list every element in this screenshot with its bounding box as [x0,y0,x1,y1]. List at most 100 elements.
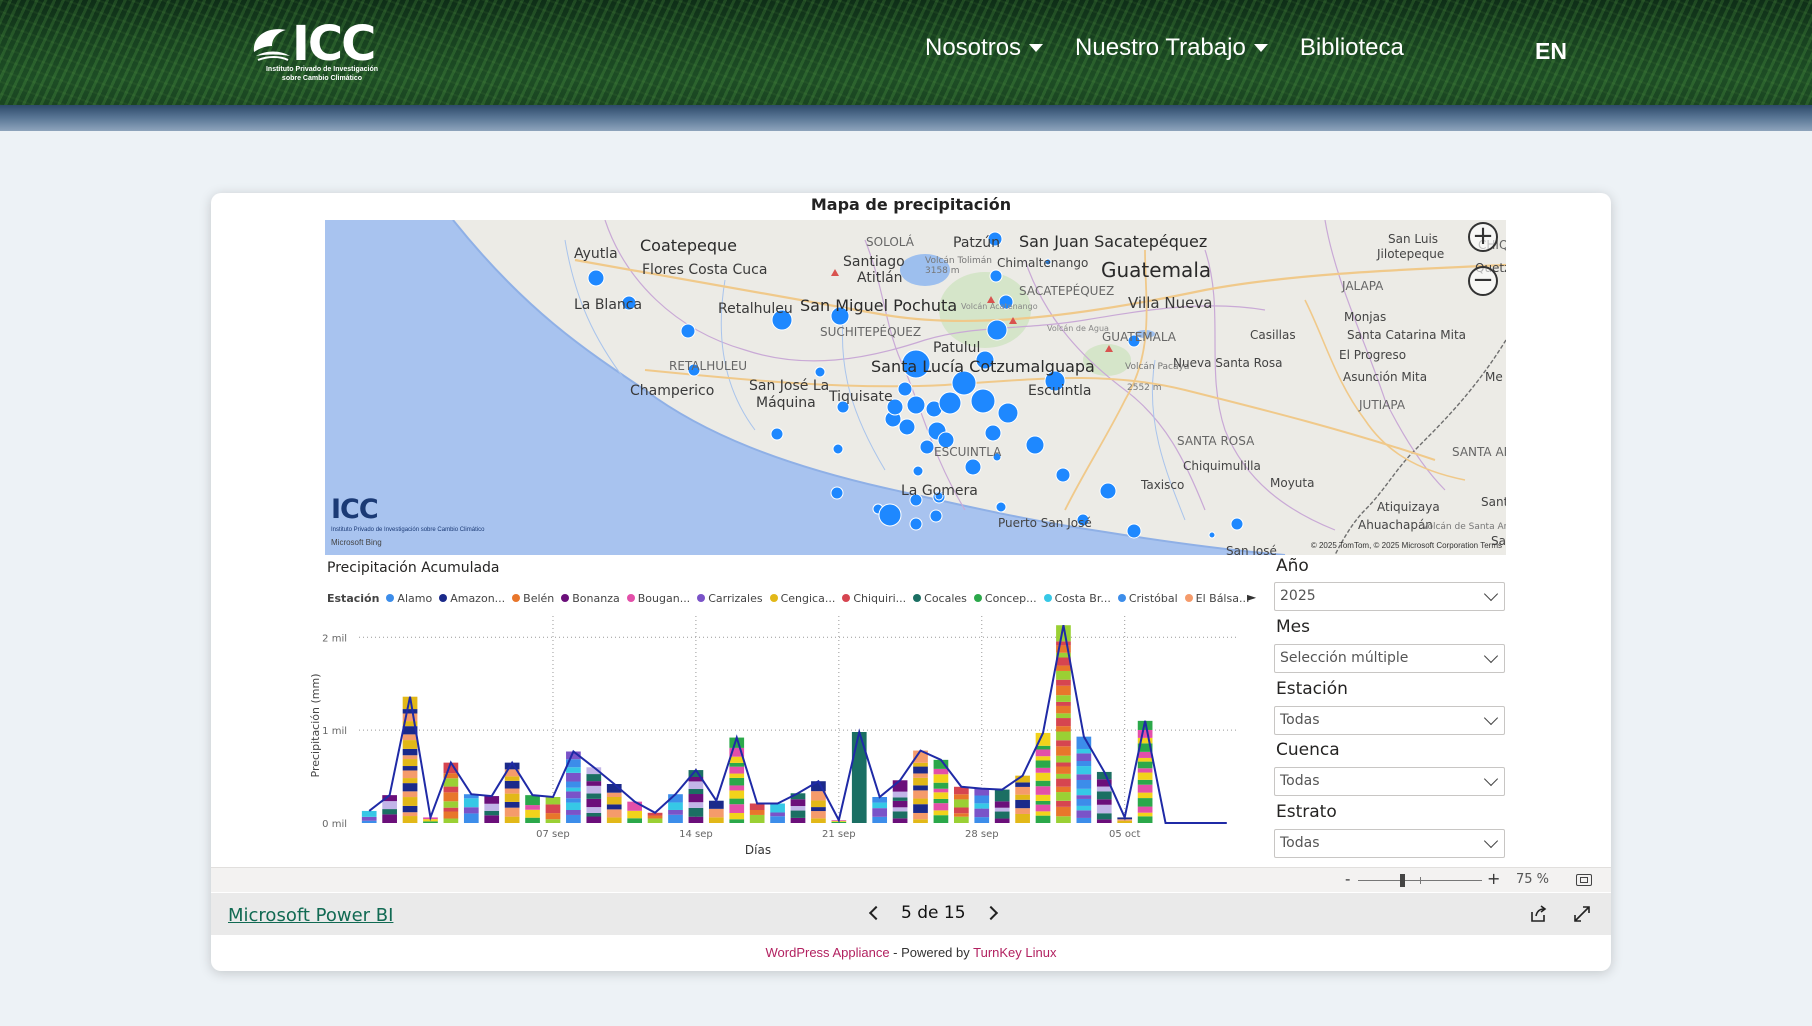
map-zoom-in-button[interactable]: + [1468,222,1498,252]
bar-segment [688,802,704,808]
slicer-cuenca[interactable]: Todas [1274,767,1505,796]
share-icon[interactable] [1528,904,1548,924]
map-label: Atitlán [857,270,903,286]
fullscreen-icon[interactable] [1572,904,1592,924]
bar-segment [708,817,724,823]
bar-segment [606,804,622,810]
map-label: San Luis [1388,232,1439,246]
bar-segment [790,810,806,818]
legend-item[interactable]: Cengica... [769,592,835,605]
map-title: Mapa de precipitación [810,195,1012,214]
fit-to-page-icon[interactable] [1576,874,1592,886]
nav-biblioteca[interactable]: Biblioteca [1300,34,1404,62]
legend-dot [512,594,521,602]
bar-segment [1056,713,1071,719]
bar-segment [913,773,928,778]
caret-down-icon [1029,44,1044,52]
legend-item[interactable]: Cristóbal [1117,592,1178,605]
wordpress-appliance-link[interactable]: WordPress Appliance [766,945,890,960]
bar-segment [790,806,806,811]
bar-segment [1137,751,1153,758]
bar-segment [913,819,928,823]
turnkey-linux-link[interactable]: TurnKey Linux [973,945,1056,960]
slicer-ano-value: 2025 [1280,588,1316,604]
nav-nuestro-trabajo[interactable]: Nuestro Trabajo [1075,34,1268,62]
legend-next-arrow-icon[interactable]: ► [1247,590,1256,604]
legend-title: Estación [327,591,380,605]
legend-item[interactable]: Costa Br... [1043,592,1111,605]
precipitation-bar-chart[interactable]: 0 mil 1 mil 2 mil 07 sep 14 sep 21 sep 28 sep 0… [307,608,1267,858]
slicer-estrato[interactable]: Todas [1274,829,1505,858]
bar-segment [913,777,928,786]
legend-item[interactable]: El Bálsa... [1184,592,1249,605]
bar-segment [790,817,806,823]
bar-segment [1076,748,1092,754]
bar-segment [402,778,418,784]
bar-segment [586,774,602,782]
bar-segment [402,740,418,749]
bar-segment [423,821,438,823]
legend-item[interactable]: Concep... [973,592,1037,605]
bar-segment [892,797,908,801]
legend-item[interactable]: Amazon... [439,592,505,605]
bar-segment [1056,679,1071,686]
bar-segment [504,788,520,794]
slicer-mes-value: Selección múltiple [1280,650,1409,666]
legend-item[interactable]: Bonanza [561,592,620,605]
bar-segment [1015,786,1030,795]
bar-segment [729,756,745,763]
zoom-in-button[interactable]: + [1487,869,1500,888]
next-page-icon[interactable] [983,905,998,921]
bar-segment [872,808,888,817]
y-tick-label: 0 mil [322,819,347,830]
bar-segment [994,811,1010,819]
slicer-ano[interactable]: 2025 [1274,582,1505,611]
bar-segment [525,795,540,806]
bar-segment [933,792,949,799]
bar-segment [1035,760,1051,768]
legend-item[interactable]: Bougan... [626,591,691,605]
legend-item[interactable]: Belén [512,592,554,605]
slicer-mes[interactable]: Selección múltiple [1274,644,1505,673]
powerbi-link[interactable]: Microsoft Power BI [228,905,393,926]
bar-segment [1035,745,1051,750]
map-zoom-out-button[interactable]: − [1468,266,1498,296]
bar-segment [1137,792,1153,799]
previous-page-icon[interactable] [868,905,884,921]
legend-item[interactable]: Alamo [386,592,432,605]
bar-segment [443,778,459,787]
nav-nosotros[interactable]: Nosotros [925,34,1044,62]
bar-segment [361,816,377,821]
bar-segment [729,812,745,820]
bar-segment [402,812,418,817]
map-label: SOLOLÁ [866,235,914,249]
legend-item[interactable]: Cocales [913,592,967,605]
slicer-title-mes: Mes [1276,617,1310,637]
page-indicator: 5 de 15 [901,903,966,923]
bar-segment [994,789,1010,802]
map-attribution[interactable]: © 2025 TomTom, © 2025 Microsoft Corporat… [1311,541,1502,550]
precipitation-map[interactable]: Coatepeque Ayutla Flores Costa Cuca La B… [325,220,1506,555]
site-logo[interactable]: ICC Instituto Privado de Investigación s… [250,16,390,84]
bar-segment [402,748,418,756]
legend-dot [973,594,982,602]
zoom-out-button[interactable]: - [1345,870,1350,888]
legend-item-label: Alamo [397,591,433,605]
language-switch[interactable]: EN [1535,38,1567,65]
zoom-slider-thumb[interactable] [1400,874,1405,887]
bar-segment [1056,718,1071,727]
legend-item[interactable]: Chiquiri... [842,592,906,605]
map-label: El Progreso [1339,348,1407,362]
bar-segment [688,781,704,789]
bar-segment [729,762,745,767]
bar-segment [402,770,418,779]
bar-segment [872,816,888,823]
slicer-estacion[interactable]: Todas [1274,706,1505,735]
logo-wordmark: ICC [292,16,376,72]
legend-item-label: Bougan... [637,591,691,605]
bar-segment [892,791,908,798]
legend-dot [1043,594,1052,602]
y-tick-label: 1 mil [322,726,347,737]
bar-segment [1035,756,1051,761]
legend-item[interactable]: Carrizales [697,592,763,605]
